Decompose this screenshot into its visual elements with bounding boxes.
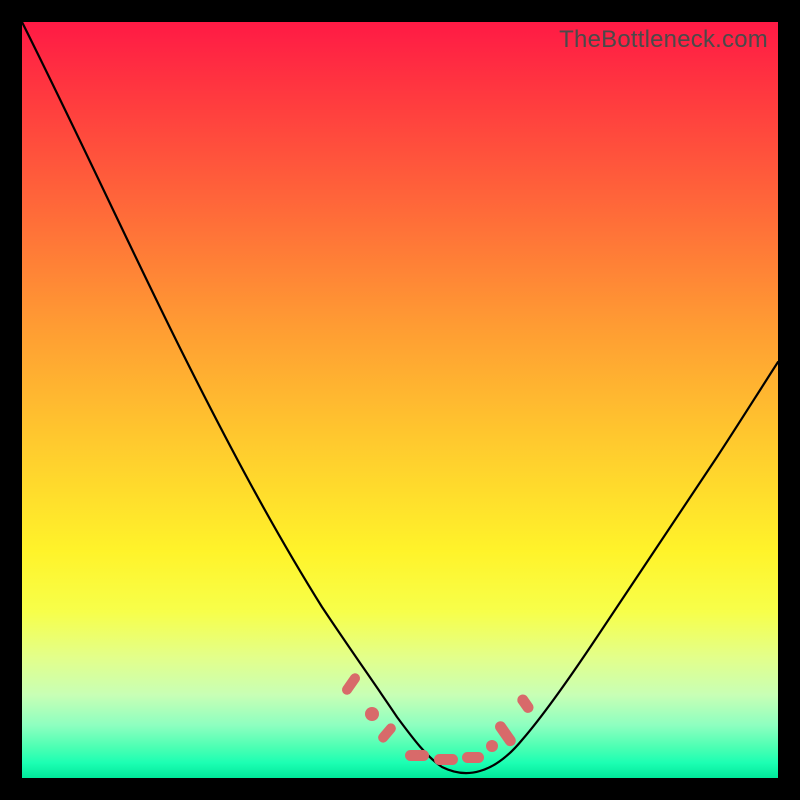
bottleneck-curve [22,22,778,778]
chart-frame: TheBottleneck.com [0,0,800,800]
plot-area: TheBottleneck.com [22,22,778,778]
curve-markers [340,671,536,765]
curve-path [22,22,778,773]
